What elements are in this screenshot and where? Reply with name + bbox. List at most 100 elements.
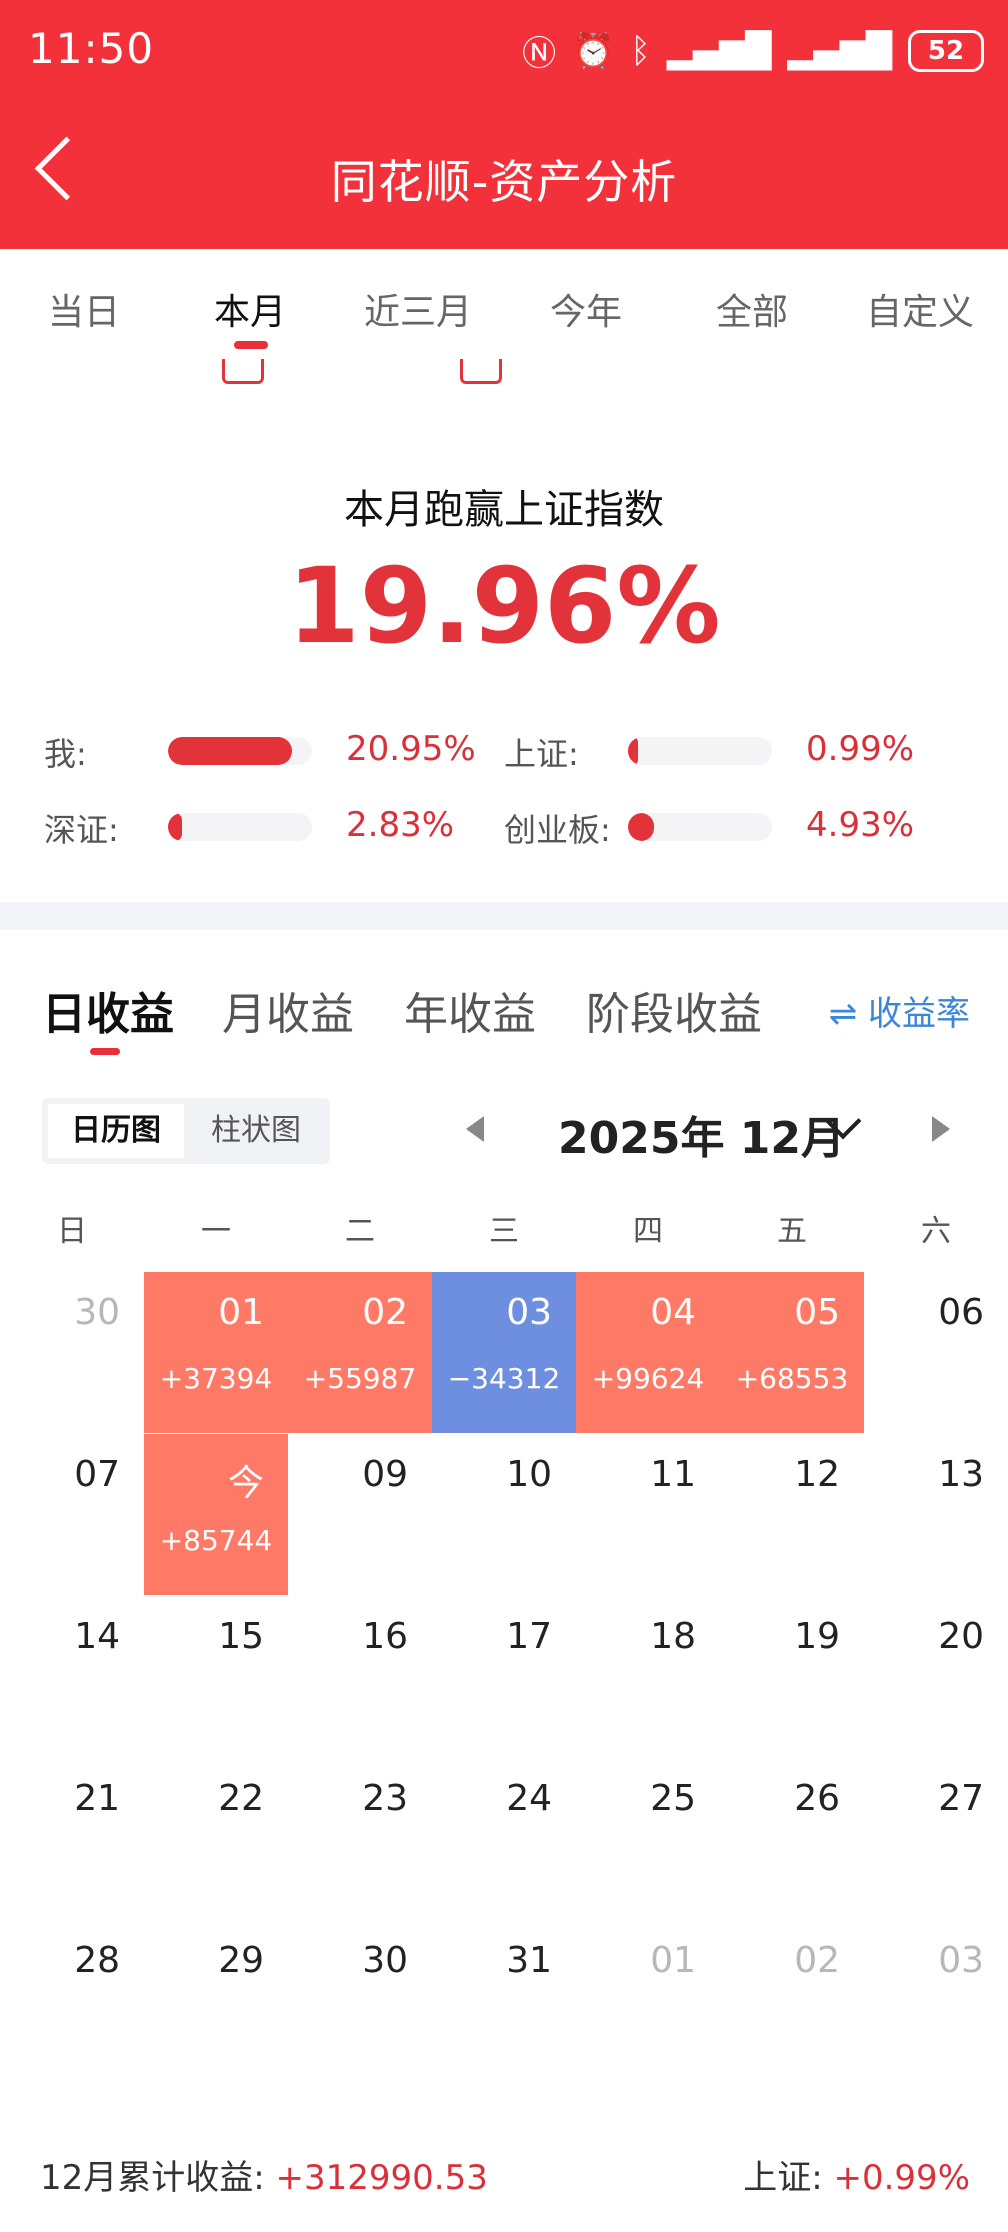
signal-icon-2: ▂▄▆█ <box>787 30 892 71</box>
weekday-label: 一 <box>201 1214 231 1249</box>
view-bar-chart[interactable]: 柱状图 <box>188 1104 324 1158</box>
day-number: 19 <box>794 1616 840 1657</box>
calendar-day[interactable]: 11 <box>576 1434 720 1595</box>
calendar-day[interactable]: 18 <box>576 1596 720 1757</box>
calendar-day[interactable]: 01 <box>576 1920 720 2081</box>
bluetooth-icon: ᛒ <box>630 30 651 71</box>
calendar-day[interactable]: 20 <box>864 1596 1008 1757</box>
battery-icon: 52 <box>908 29 984 72</box>
calendar-day[interactable]: 28 <box>0 1920 144 2081</box>
calendar-day[interactable]: 02 <box>720 1920 864 2081</box>
calendar-day[interactable]: 21 <box>0 1758 144 1919</box>
calendar-day[interactable]: 31 <box>432 1920 576 2081</box>
cmp-fill-chinext <box>628 813 654 841</box>
calendar-day[interactable]: 29 <box>144 1920 288 2081</box>
calendar-day[interactable]: 16 <box>288 1596 432 1757</box>
calendar-day[interactable]: 07 <box>0 1434 144 1595</box>
day-number: 09 <box>362 1454 408 1495</box>
checkbox-partial[interactable] <box>222 359 264 384</box>
calendar-day[interactable]: 02 +55987 <box>288 1272 432 1433</box>
tab-three-months[interactable]: 近三月 <box>364 283 472 335</box>
tab-today[interactable]: 当日 <box>48 283 120 335</box>
day-number: 05 <box>794 1292 840 1333</box>
day-profit: −34312 <box>447 1362 561 1395</box>
calendar-day[interactable]: 15 <box>144 1596 288 1757</box>
calendar-day[interactable]: 05 +68553 <box>720 1272 864 1433</box>
tab-this-year[interactable]: 今年 <box>550 283 622 335</box>
index-change: 上证: +0.99% <box>743 2150 970 2199</box>
cmp-label-shanghai: 上证: <box>504 735 579 773</box>
calendar-day[interactable]: 10 <box>432 1434 576 1595</box>
tab-all[interactable]: 全部 <box>716 283 788 335</box>
calendar-day[interactable]: 13 <box>864 1434 1008 1595</box>
calendar-day[interactable]: 06 <box>864 1272 1008 1433</box>
calendar-day[interactable]: 19 <box>720 1596 864 1757</box>
day-number: 24 <box>506 1778 552 1819</box>
status-time: 11:50 <box>28 24 155 73</box>
weekday-label: 二 <box>345 1214 375 1249</box>
tab-daily-profit[interactable]: 日收益 <box>42 978 174 1042</box>
checkbox-partial-2[interactable] <box>460 359 502 384</box>
calendar-day[interactable]: 23 <box>288 1758 432 1919</box>
index-label: 上证: <box>743 2158 823 2198</box>
calendar-day[interactable]: 27 <box>864 1758 1008 1919</box>
calendar-day[interactable]: 17 <box>432 1596 576 1757</box>
day-number: 30 <box>74 1292 120 1333</box>
month-label[interactable]: 2025年 12月 <box>558 1102 845 1166</box>
cumulative-label: 12月累计收益: <box>40 2158 265 2198</box>
tab-custom[interactable]: 自定义 <box>866 283 974 335</box>
calendar-day[interactable]: 01 +37394 <box>144 1272 288 1433</box>
day-number: 27 <box>938 1778 984 1819</box>
cmp-bar-shenzhen <box>168 813 312 841</box>
cmp-value-shanghai: 0.99% <box>806 729 915 769</box>
next-month-icon[interactable] <box>932 1116 950 1142</box>
nfc-icon: Ⓝ <box>522 34 557 74</box>
calendar-day[interactable]: 30 <box>288 1920 432 2081</box>
day-number: 30 <box>362 1940 408 1981</box>
tab-period-profit[interactable]: 阶段收益 <box>586 978 762 1042</box>
cmp-value-chinext: 4.93% <box>806 805 915 845</box>
calendar-day[interactable]: 14 <box>0 1596 144 1757</box>
calendar-day[interactable]: 04 +99624 <box>576 1272 720 1433</box>
calendar-day[interactable]: 09 <box>288 1434 432 1595</box>
page-title: 同花顺-资产分析 <box>330 155 678 209</box>
prev-month-icon[interactable] <box>466 1116 484 1142</box>
day-number: 02 <box>794 1940 840 1981</box>
day-number: 13 <box>938 1454 984 1495</box>
day-number: 17 <box>506 1616 552 1657</box>
day-number: 11 <box>650 1454 696 1495</box>
cmp-label-me: 我: <box>44 735 87 773</box>
calendar-day[interactable]: 24 <box>432 1758 576 1919</box>
app-header: 11:50 Ⓝ ⏰ ᛒ ▂▄▆█ ▂▄▆█ 52 同花顺-资产分析 <box>0 0 1008 249</box>
calendar-day[interactable]: 12 <box>720 1434 864 1595</box>
day-number: 20 <box>938 1616 984 1657</box>
alarm-icon: ⏰ <box>572 30 615 71</box>
calendar-day[interactable]: 25 <box>576 1758 720 1919</box>
rate-toggle-button[interactable]: ⇌ 收益率 <box>829 986 970 1035</box>
day-number: 21 <box>74 1778 120 1819</box>
cmp-label-shenzhen: 深证: <box>44 811 119 849</box>
day-number: 14 <box>74 1616 120 1657</box>
day-number: 06 <box>938 1292 984 1333</box>
outperform-headline: 本月跑赢上证指数 <box>344 487 664 533</box>
day-number: 23 <box>362 1778 408 1819</box>
summary-card: 本月跑赢上证指数 19.96% 我: 20.95% 上证: 0.99% 深证: … <box>0 359 1008 902</box>
calendar-day[interactable]: 22 <box>144 1758 288 1919</box>
tab-yearly-profit[interactable]: 年收益 <box>404 978 536 1042</box>
calendar-day[interactable]: 03 −34312 <box>432 1272 576 1433</box>
view-calendar[interactable]: 日历图 <box>48 1104 184 1158</box>
calendar-day[interactable]: 30 <box>0 1272 144 1433</box>
tab-this-month[interactable]: 本月 <box>214 283 286 335</box>
weekday-label: 五 <box>777 1214 807 1249</box>
tab-indicator <box>234 341 268 349</box>
cumulative-profit: 12月累计收益: +312990.53 <box>40 2150 488 2199</box>
view-toggle: 日历图 柱状图 <box>42 1098 330 1164</box>
day-number: 22 <box>218 1778 264 1819</box>
calendar-day[interactable]: 26 <box>720 1758 864 1919</box>
day-number: 01 <box>218 1292 264 1333</box>
cmp-fill-shanghai <box>628 737 638 765</box>
tab-monthly-profit[interactable]: 月收益 <box>222 978 354 1042</box>
calendar-day[interactable]: 今 +85744 <box>144 1434 288 1595</box>
day-number: 03 <box>938 1940 984 1981</box>
calendar-day[interactable]: 03 <box>864 1920 1008 2081</box>
